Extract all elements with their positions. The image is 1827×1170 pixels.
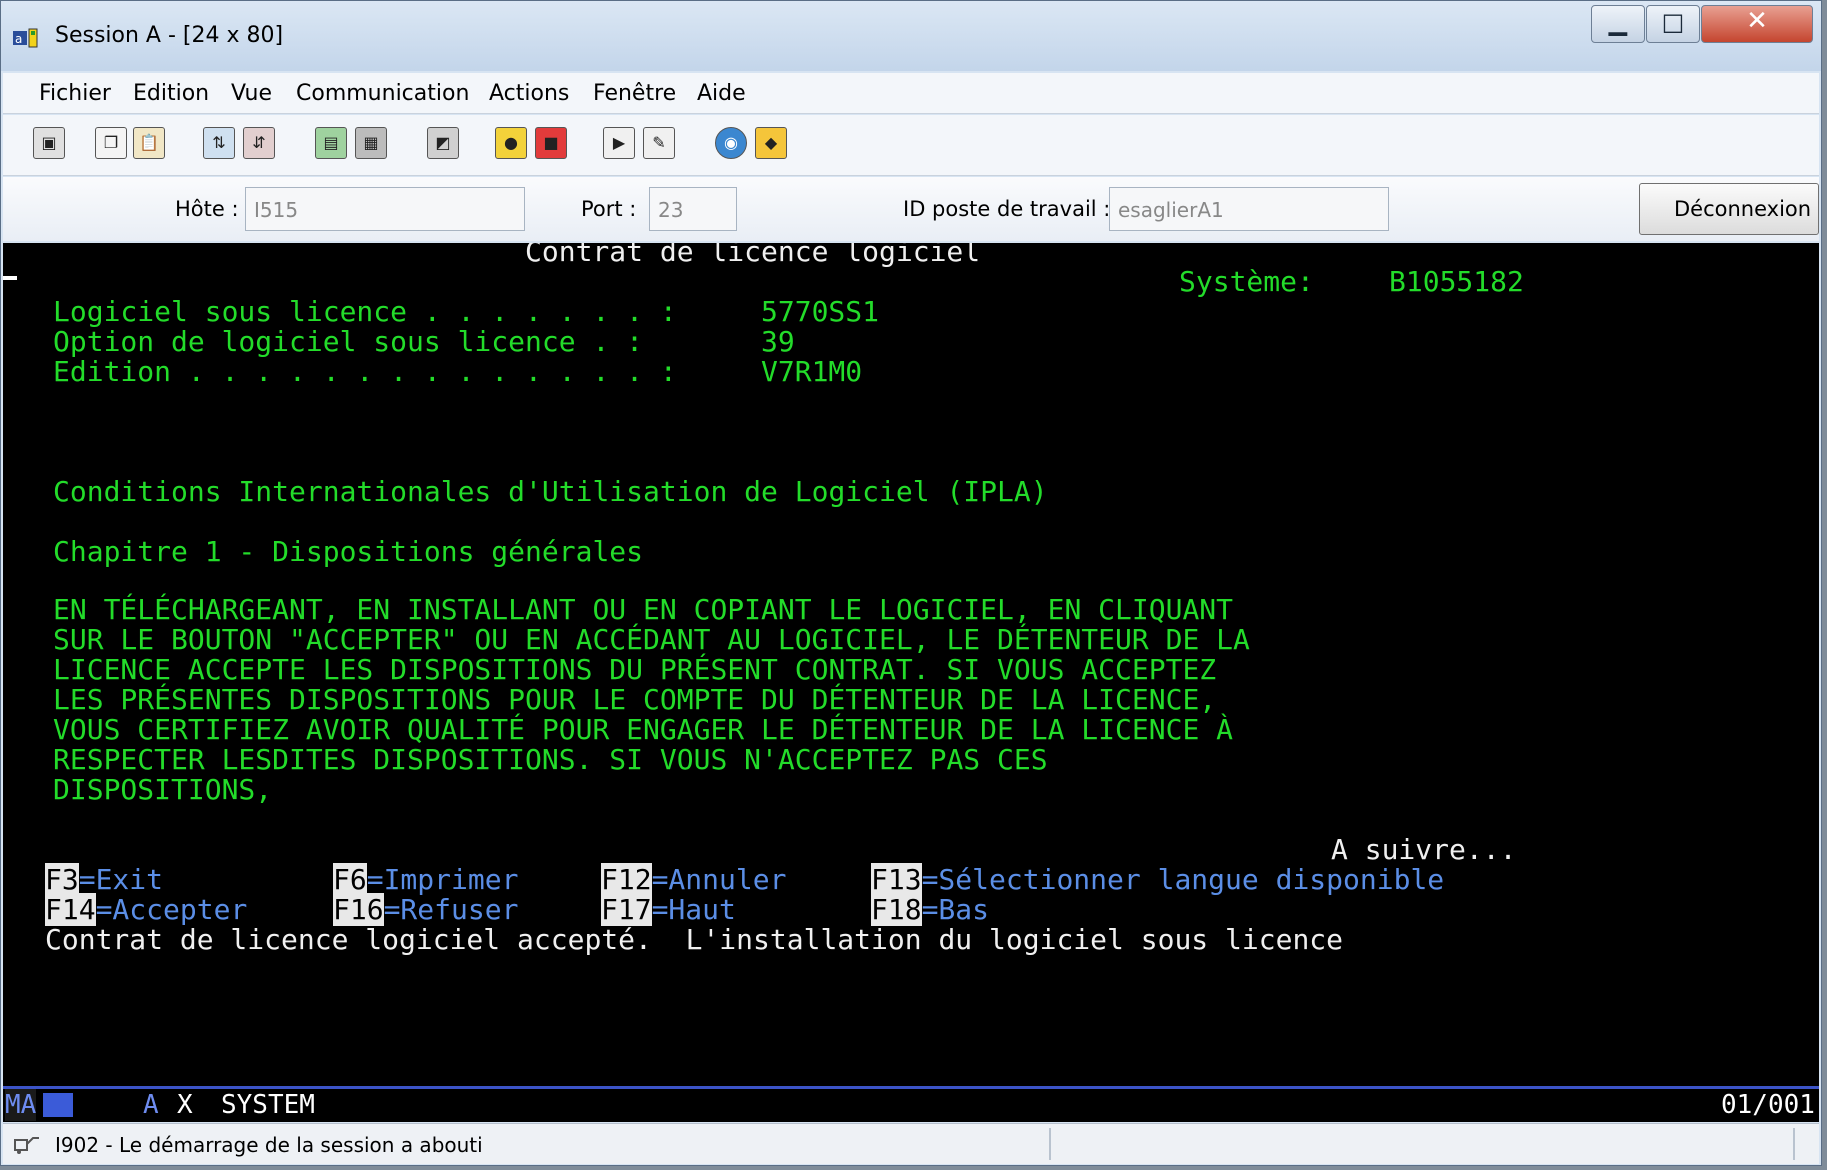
fkey-f17[interactable]: F17=Haut xyxy=(601,893,736,927)
fkey-f3[interactable]: F3=Exit xyxy=(45,863,163,897)
port-field[interactable]: 23 xyxy=(649,187,737,231)
terminal-screen[interactable]: Contrat de licence logiciel Système: B10… xyxy=(3,243,1819,1086)
fkey-f6[interactable]: F6=Imprimer xyxy=(333,863,518,897)
body-line: VOUS CERTIFIEZ AVOIR QUALITÉ POUR ENGAGE… xyxy=(53,713,1234,746)
oia-input-indicator xyxy=(43,1093,73,1117)
connection-bar: Hôte : I515 Port : 23 ID poste de travai… xyxy=(3,177,1819,241)
system-label: Système: xyxy=(1179,265,1314,298)
menu-edition[interactable]: Edition xyxy=(133,81,209,106)
fkey-f18[interactable]: F18=Bas xyxy=(871,893,989,927)
menu-actions[interactable]: Actions xyxy=(489,81,569,106)
status-divider xyxy=(1049,1128,1051,1160)
system-value: B1055182 xyxy=(1389,265,1524,298)
status-message-line: Contrat de licence logiciel accepté. L'i… xyxy=(45,923,1344,956)
body-line: RESPECTER LESDITES DISPOSITIONS. SI VOUS… xyxy=(53,743,1048,776)
chapter-heading: Chapitre 1 - Dispositions générales xyxy=(53,535,644,568)
maximize-button[interactable]: □ xyxy=(1646,5,1700,43)
session-app-icon: a xyxy=(13,28,38,48)
menu-bar: Fichier Edition Vue Communication Action… xyxy=(3,73,1819,114)
cursor-position: 01/001 xyxy=(1721,1090,1815,1120)
maximize-icon: □ xyxy=(1661,8,1685,36)
close-icon: ✕ xyxy=(1746,6,1768,36)
keyboard-icon[interactable]: ▦ xyxy=(355,127,387,159)
disconnect-button[interactable]: Déconnexion xyxy=(1639,183,1819,235)
preferences-icon[interactable]: ◩ xyxy=(427,127,459,159)
minimize-button[interactable]: ▁ xyxy=(1591,5,1645,43)
body-line: SUR LE BOUTON "ACCEPTER" OU EN ACCÉDANT … xyxy=(53,623,1250,656)
menu-communication[interactable]: Communication xyxy=(296,81,469,106)
host-label: Hôte : xyxy=(175,197,239,221)
fkey-f13[interactable]: F13=Sélectionner langue disponible xyxy=(871,863,1444,897)
display-keypad-icon[interactable]: ▤ xyxy=(315,127,347,159)
menu-aide[interactable]: Aide xyxy=(697,81,746,106)
text-cursor xyxy=(3,276,17,280)
close-button[interactable]: ✕ xyxy=(1701,5,1813,43)
copy-icon[interactable]: ❐ xyxy=(95,127,127,159)
macro-stop-icon[interactable]: ■ xyxy=(535,127,567,159)
field-label-licensed-program: Logiciel sous licence . . . . . . . : xyxy=(53,295,677,328)
field-label-edition: Edition . . . . . . . . . . . . . . : xyxy=(53,355,677,388)
host-field[interactable]: I515 xyxy=(245,187,525,231)
paste-icon[interactable]: 📋 xyxy=(133,127,165,159)
body-line: LICENCE ACCEPTE LES DISPOSITIONS DU PRÉS… xyxy=(53,653,1217,686)
status-bar: I902 - Le démarrage de la session a abou… xyxy=(3,1123,1819,1164)
menu-fichier[interactable]: Fichier xyxy=(39,81,111,106)
field-value-option: 39 xyxy=(761,325,795,358)
title-bar[interactable]: a Session A - [24 x 80] ▁ □ ✕ xyxy=(1,1,1821,71)
fkey-f14[interactable]: F14=Accepter xyxy=(45,893,247,927)
x-system-icon: X xyxy=(177,1090,193,1120)
fkey-f12[interactable]: F12=Annuler xyxy=(601,863,786,897)
status-message: I902 - Le démarrage de la session a abou… xyxy=(55,1133,483,1157)
status-divider xyxy=(1793,1128,1795,1160)
window-title: Session A - [24 x 80] xyxy=(55,23,284,48)
field-value-licensed-program: 5770SS1 xyxy=(761,295,880,328)
port-label: Port : xyxy=(581,197,637,221)
body-line: DISPOSITIONS, xyxy=(53,773,273,806)
body-line: EN TÉLÉCHARGEANT, EN INSTALLANT OU EN CO… xyxy=(53,593,1234,626)
workstation-label: ID poste de travail : xyxy=(903,197,1111,221)
field-value-edition: V7R1M0 xyxy=(761,355,863,388)
oia-session: A xyxy=(143,1090,159,1120)
body-line: LES PRÉSENTES DISPOSITIONS POUR LE COMPT… xyxy=(53,683,1217,716)
menu-fenetre[interactable]: Fenêtre xyxy=(593,81,676,106)
more-indicator: A suivre... xyxy=(1331,833,1517,866)
screen-title: Contrat de licence logiciel xyxy=(525,243,981,268)
toolbar: ▣ ❐ 📋 ⇅ ⇵ ▤ ▦ ◩ ● ■ ▶ ✎ ◉ ◆ xyxy=(3,115,1819,176)
oia-state: SYSTEM xyxy=(221,1090,315,1120)
minimize-icon: ▁ xyxy=(1608,8,1628,36)
svg-text:a: a xyxy=(15,32,22,46)
connection-status-icon xyxy=(14,1137,39,1154)
menu-vue[interactable]: Vue xyxy=(231,81,272,106)
field-label-option: Option de logiciel sous licence . : xyxy=(53,325,644,358)
emulator-window: a Session A - [24 x 80] ▁ □ ✕ Fichier Ed… xyxy=(0,0,1822,1166)
globe-help-icon[interactable]: ◉ xyxy=(715,127,747,159)
oia-mode: MA xyxy=(5,1089,37,1121)
info-icon[interactable]: ◆ xyxy=(755,127,787,159)
license-heading: Conditions Internationales d'Utilisation… xyxy=(53,475,1048,508)
fkey-f16[interactable]: F16=Refuser xyxy=(333,893,518,927)
macro-record-icon[interactable]: ● xyxy=(495,127,527,159)
send-icon[interactable]: ⇅ xyxy=(203,127,235,159)
workstation-id-field[interactable]: esaglierA1 xyxy=(1109,187,1389,231)
print-screen-icon[interactable]: ▣ xyxy=(33,127,65,159)
macro-play-icon[interactable]: ▶ xyxy=(603,127,635,159)
receive-icon[interactable]: ⇵ xyxy=(243,127,275,159)
macro-edit-icon[interactable]: ✎ xyxy=(643,127,675,159)
operator-info-area: MA A X SYSTEM 01/001 xyxy=(3,1086,1819,1122)
